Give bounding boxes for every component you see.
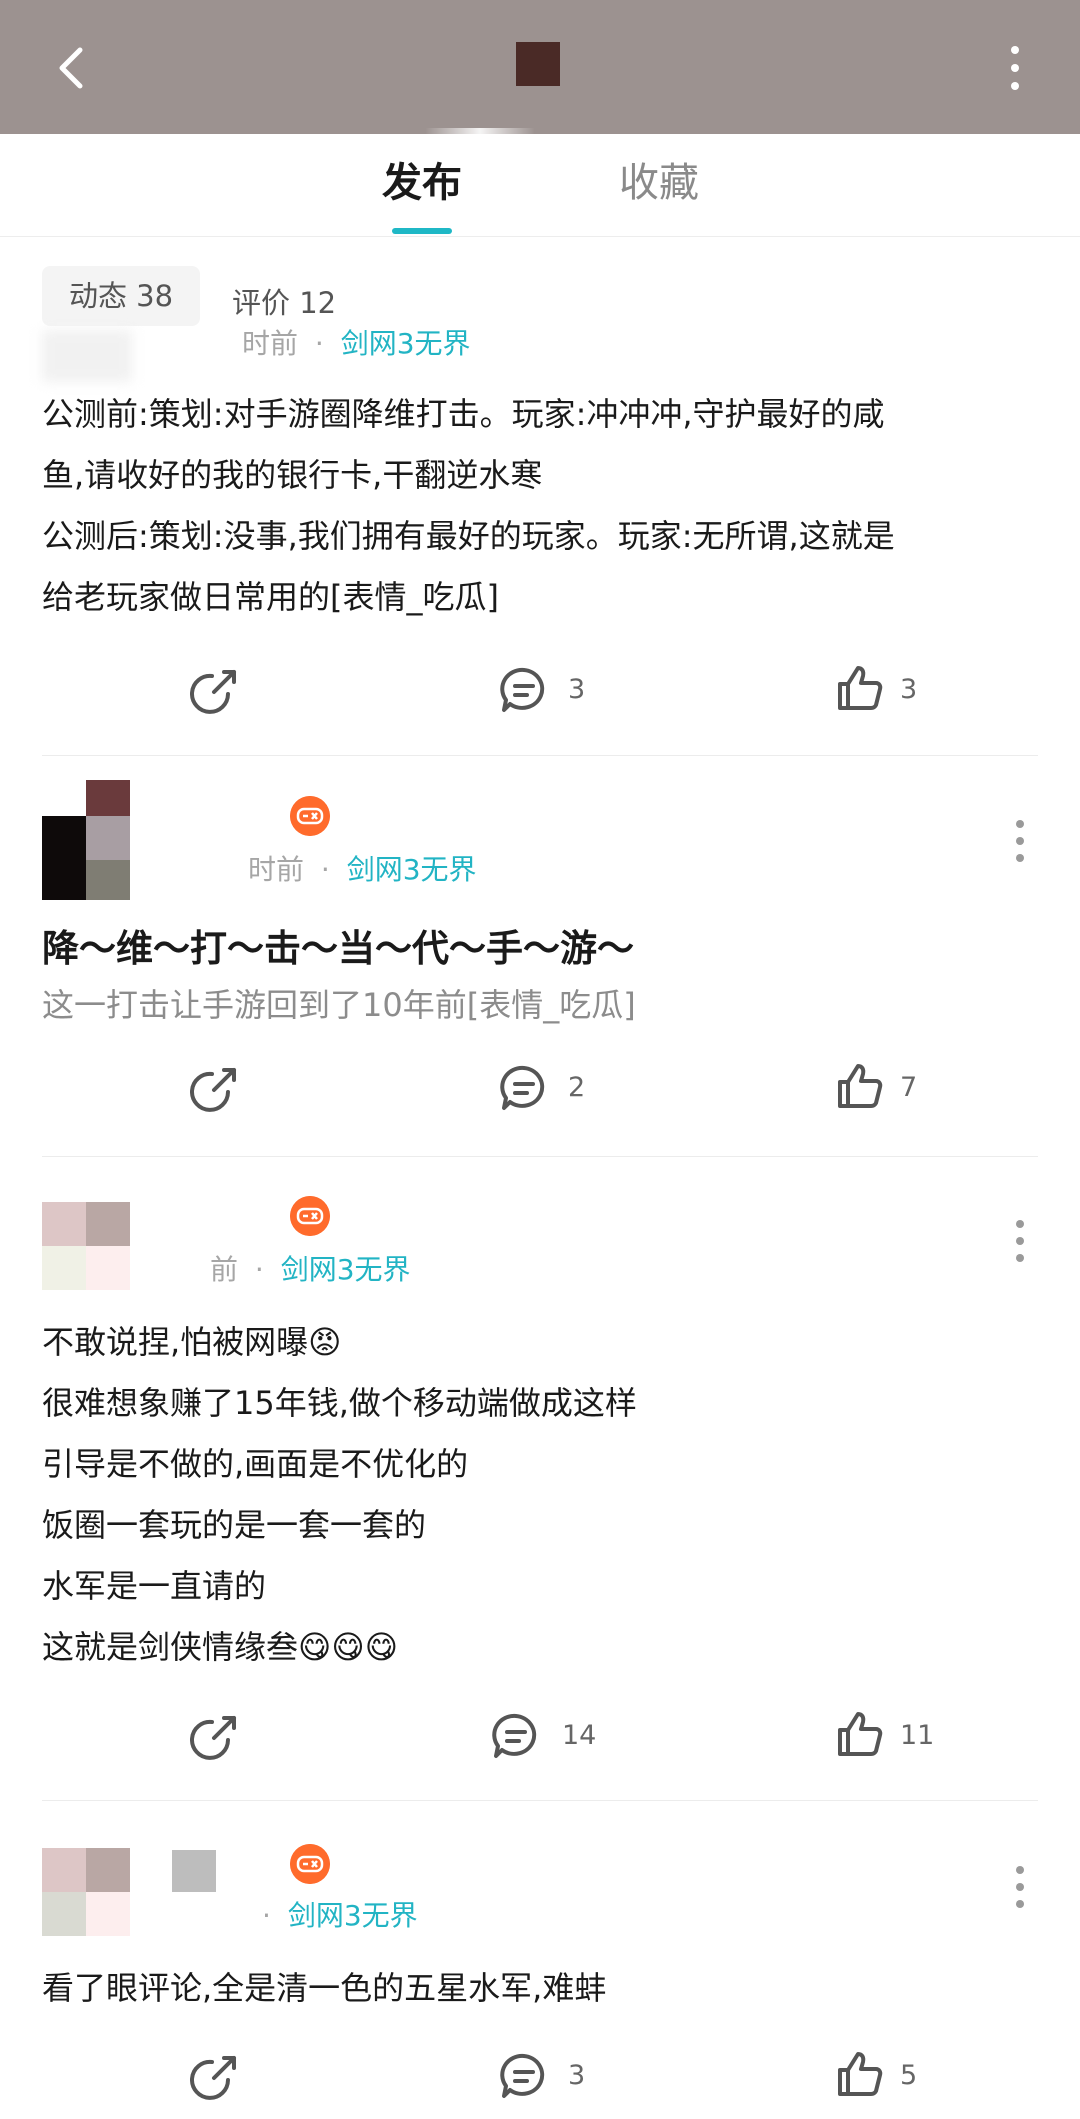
post-meta: · 剑网3无界 (262, 1899, 418, 1932)
avatar[interactable] (42, 780, 130, 900)
game-tag[interactable]: 剑网3无界 (341, 327, 471, 360)
post-divider (42, 1800, 1038, 1801)
share-icon[interactable] (190, 664, 242, 716)
more-options-button[interactable] (1000, 40, 1030, 96)
post-time: 时前 (248, 853, 305, 886)
comment-icon[interactable] (498, 2050, 550, 2102)
post-title[interactable]: 降～维～打～击～当～代～手～游～ (42, 918, 634, 972)
game-tag[interactable]: 剑网3无界 (288, 1899, 418, 1932)
like-icon[interactable] (834, 1708, 886, 1760)
like-count: 7 (900, 1072, 918, 1103)
like-icon[interactable] (834, 662, 886, 714)
gamepad-badge-icon (290, 1196, 330, 1236)
gamepad-badge-icon (290, 796, 330, 836)
user-tag-redacted (172, 1850, 216, 1892)
like-count: 11 (900, 1720, 935, 1751)
top-bar (0, 0, 1080, 134)
like-count: 5 (900, 2060, 918, 2091)
comment-icon[interactable] (498, 1062, 550, 1114)
gamepad-badge-icon (290, 1844, 330, 1884)
post-time: 前 (210, 1253, 239, 1286)
share-icon[interactable] (190, 2050, 242, 2102)
game-tag[interactable]: 剑网3无界 (347, 853, 477, 886)
comment-count: 2 (568, 1072, 586, 1103)
like-count: 3 (900, 674, 918, 705)
tab-favorites[interactable]: 收藏 (619, 158, 699, 208)
post-meta: 前 · 剑网3无界 (210, 1253, 411, 1286)
comment-count: 3 (568, 674, 586, 705)
more-vertical-icon (1011, 46, 1019, 90)
comment-count: 3 (568, 2060, 586, 2091)
active-tab-indicator (392, 228, 452, 234)
post-time: 时前 (242, 327, 299, 360)
like-icon[interactable] (834, 2048, 886, 2100)
avatar[interactable] (42, 1848, 130, 1936)
comment-icon[interactable] (490, 1710, 542, 1762)
profile-avatar[interactable] (516, 42, 560, 86)
share-icon[interactable] (190, 1710, 242, 1762)
post-summary[interactable]: 这一打击让手游回到了10年前[表情_吃瓜] (42, 980, 636, 1026)
tab-publish[interactable]: 发布 (382, 158, 462, 208)
post-body[interactable]: 不敢说捏,怕被网曝😡 很难想象赚了15年钱,做个移动端做成这样 引导是不做的,画面是… (42, 1312, 637, 1678)
post-more-icon[interactable] (1014, 1218, 1026, 1264)
comment-count: 14 (562, 1720, 597, 1751)
like-icon[interactable] (834, 1060, 886, 1112)
post-more-icon[interactable] (1014, 818, 1026, 864)
dynamic-count-filter[interactable]: 动态 38 (42, 266, 200, 326)
review-count-filter[interactable]: 评价 12 (232, 280, 336, 322)
post-body[interactable]: 公测前:策划:对手游圈降维打击。玩家:冲冲冲,守护最好的咸 鱼,请收好的我的银行卡… (42, 384, 895, 628)
back-button[interactable] (44, 38, 104, 98)
post-meta: 时前 · 剑网3无界 (248, 853, 477, 886)
profile-tabs: 发布 收藏 (0, 134, 1080, 237)
game-tag[interactable]: 剑网3无界 (281, 1253, 411, 1286)
post-meta: 时前 · 剑网3无界 (242, 327, 471, 360)
share-icon[interactable] (190, 1062, 242, 1114)
post-more-icon[interactable] (1014, 1864, 1026, 1910)
post-body[interactable]: 看了眼评论,全是清一色的五星水军,难蚌 (42, 1958, 606, 2019)
comment-icon[interactable] (498, 664, 550, 716)
post-divider (42, 755, 1038, 756)
avatar[interactable] (42, 1202, 130, 1290)
chevron-left-icon (59, 47, 83, 89)
post-divider (42, 1156, 1038, 1157)
user-info-redacted (42, 330, 132, 382)
